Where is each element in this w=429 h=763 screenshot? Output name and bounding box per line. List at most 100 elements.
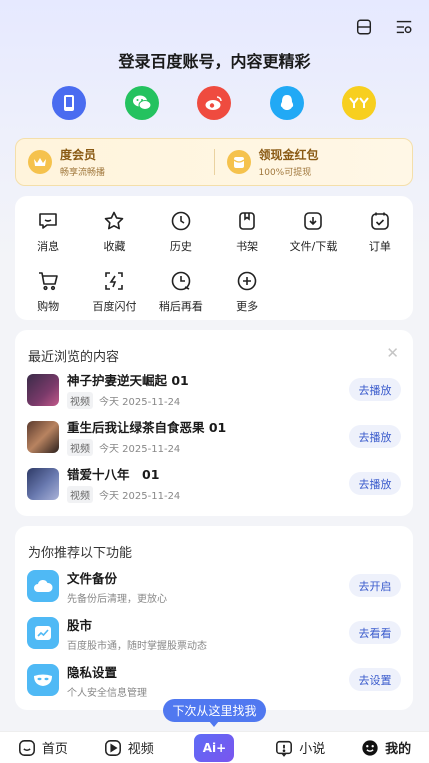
item-subtitle: 百度股市通，随时掌握股票动态 (67, 641, 207, 652)
recommend-card: 为你推荐以下功能 文件备份 先备份后清理，更放心 去开启 股市 百度股市通，随时… (15, 526, 413, 710)
item-title: 隐私设置 (67, 665, 118, 680)
watch-later-icon (171, 271, 191, 291)
tab-ai[interactable]: Ai+ (172, 733, 258, 762)
play-button[interactable]: 去播放 (349, 425, 401, 448)
section-title: 最近浏览的内容 (28, 350, 120, 365)
book-icon (276, 740, 293, 757)
item-title: 股市 (67, 618, 93, 633)
section-title: 为你推荐以下功能 (28, 546, 133, 561)
ai-button: Ai+ (194, 733, 235, 762)
func-baidu-pay[interactable]: 百度闪付 (81, 270, 147, 314)
tab-home[interactable]: 首页 (0, 738, 86, 757)
play-button[interactable]: 去播放 (349, 378, 401, 401)
item-title: 神子护妻逆天崛起 01 (67, 373, 189, 388)
list-item[interactable]: 神子护妻逆天崛起 01 视频 今天 2025-11-24 去播放 (27, 370, 401, 410)
play-button[interactable]: 去播放 (349, 472, 401, 495)
wechat-icon (132, 95, 151, 110)
vip-member-entry[interactable]: 度会员 畅享流畅播 (16, 146, 214, 178)
tab-label: 视频 (127, 742, 154, 757)
func-label: 购物 (37, 300, 60, 313)
item-subtitle: 先备份后清理，更放心 (67, 594, 167, 605)
plus-icon (237, 271, 257, 291)
redpacket-title: 领现金红包 (258, 148, 319, 162)
weibo-icon (205, 96, 222, 110)
login-title[interactable]: 登录百度账号，内容更精彩 (0, 48, 429, 72)
func-bookshelf[interactable]: 书架 (214, 210, 280, 254)
yy-icon (349, 97, 369, 108)
item-tag: 视频 (67, 439, 93, 456)
tab-label: 小说 (299, 742, 326, 757)
list-item[interactable]: 文件备份 先备份后清理，更放心 去开启 (27, 566, 401, 606)
list-item[interactable]: 重生后我让绿茶自食恶果 01 视频 今天 2025-11-24 去播放 (27, 417, 401, 457)
list-item[interactable]: 错爱十八年 01 视频 今天 2025-11-24 去播放 (27, 464, 401, 504)
settings-icon[interactable] (395, 18, 413, 36)
func-label: 历史 (169, 240, 192, 253)
item-tag: 视频 (67, 486, 93, 503)
order-icon (371, 212, 389, 230)
func-label: 稍后再看 (158, 300, 203, 313)
item-title: 重生后我让绿茶自食恶果 01 (67, 420, 227, 435)
tab-mine[interactable]: 我的 (343, 738, 429, 757)
cash-redpacket-entry[interactable]: 领现金红包 100%可提现 (215, 146, 413, 178)
qq-login-button[interactable] (269, 86, 304, 120)
phone-login-button[interactable] (52, 86, 86, 120)
ai-tooltip: 下次从这里找我 (163, 699, 266, 727)
item-title: 文件备份 (67, 571, 118, 586)
recent-card: 最近浏览的内容 ✕ 神子护妻逆天崛起 01 视频 今天 2025-11-24 去… (15, 330, 413, 516)
func-label: 文件/下载 (289, 240, 338, 253)
func-label: 百度闪付 (92, 300, 137, 313)
vip-banner: 度会员 畅享流畅播 领现金红包 100%可提现 (15, 138, 413, 186)
bottom-tab-bar: 首页 视频 Ai+ 小说 我的 (0, 731, 429, 763)
login-options (52, 86, 376, 120)
wechat-login-button[interactable] (124, 86, 159, 120)
clock-icon (171, 211, 191, 231)
tab-video[interactable]: 视频 (86, 738, 172, 757)
settings-button[interactable]: 去设置 (349, 668, 401, 691)
top-toolbar (355, 18, 413, 36)
func-label: 订单 (368, 240, 391, 253)
weibo-login-button[interactable] (197, 86, 231, 120)
func-more[interactable]: 更多 (214, 270, 280, 314)
item-subtitle: 个人安全信息管理 (67, 688, 147, 699)
list-item[interactable]: 隐私设置 个人安全信息管理 去设置 (27, 660, 401, 700)
func-history[interactable]: 历史 (148, 210, 214, 254)
item-meta: 今天 2025-11-24 (99, 444, 181, 455)
video-thumbnail (27, 421, 59, 453)
phone-icon (64, 95, 74, 111)
bookmark-icon (239, 212, 255, 230)
stock-chart-icon (27, 617, 59, 649)
star-icon (105, 211, 124, 230)
redpacket-subtitle: 100%可提现 (258, 168, 312, 178)
item-tag: 视频 (67, 392, 93, 409)
func-label: 书架 (236, 240, 259, 253)
vip-title: 度会员 (60, 148, 97, 162)
close-icon[interactable]: ✕ (386, 344, 399, 362)
cart-icon (39, 272, 58, 291)
func-watch-later[interactable]: 稍后再看 (148, 270, 214, 314)
cloud-icon (27, 570, 59, 602)
tab-label: 我的 (385, 742, 412, 757)
func-label: 消息 (37, 240, 60, 253)
func-label: 更多 (236, 300, 259, 313)
list-icon[interactable] (355, 18, 373, 36)
video-play-icon (104, 739, 121, 756)
redpacket-icon (226, 150, 251, 174)
yy-login-button[interactable] (342, 86, 376, 120)
func-message[interactable]: 消息 (15, 210, 81, 254)
func-download[interactable]: 文件/下载 (280, 210, 346, 254)
func-order[interactable]: 订单 (347, 210, 413, 254)
privacy-mask-icon (27, 664, 59, 696)
tab-novel[interactable]: 小说 (257, 738, 343, 757)
func-shopping[interactable]: 购物 (15, 270, 81, 314)
item-meta: 今天 2025-11-24 (99, 491, 181, 502)
view-button[interactable]: 去看看 (349, 621, 401, 644)
list-item[interactable]: 股市 百度股市通，随时掌握股票动态 去看看 (27, 613, 401, 653)
enable-button[interactable]: 去开启 (349, 574, 401, 597)
func-label: 收藏 (103, 240, 126, 253)
qq-icon (280, 95, 293, 110)
functions-card: 消息 收藏 历史 书架 文件/下载 订单 购物 百度闪付 稍后再看 更多 (15, 196, 413, 320)
crown-icon (28, 150, 52, 174)
func-favorite[interactable]: 收藏 (81, 210, 147, 254)
tab-label: 首页 (41, 742, 68, 757)
item-title: 错爱十八年 01 (67, 467, 160, 482)
